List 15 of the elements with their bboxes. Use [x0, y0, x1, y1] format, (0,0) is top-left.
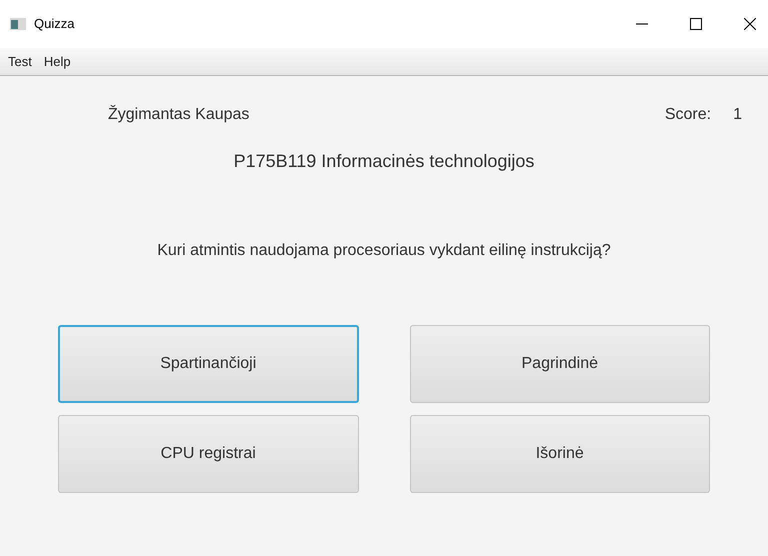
answer-button[interactable]: CPU registrai [58, 415, 358, 493]
student-name: Žygimantas Kaupas [108, 104, 250, 125]
close-icon[interactable] [744, 18, 756, 30]
app-icon [10, 18, 26, 30]
question-text: Kuri atmintis naudojama procesoriaus vykdant eilinę instrukciją? [157, 241, 611, 261]
menu-item[interactable]: Help [38, 52, 77, 72]
menu-item[interactable]: Test [2, 52, 38, 72]
score-label: Score: [664, 105, 712, 125]
window-title: Quizza [34, 15, 74, 34]
answer-button[interactable]: Spartinančioji [58, 325, 358, 403]
score-value: 1 [733, 105, 742, 125]
answer-button[interactable]: Išorinė [410, 415, 710, 493]
answer-button[interactable]: Pagrindinė [410, 325, 710, 403]
course-title: P175B119 Informacinės technologijos [234, 150, 534, 173]
maximize-icon[interactable] [690, 18, 702, 30]
